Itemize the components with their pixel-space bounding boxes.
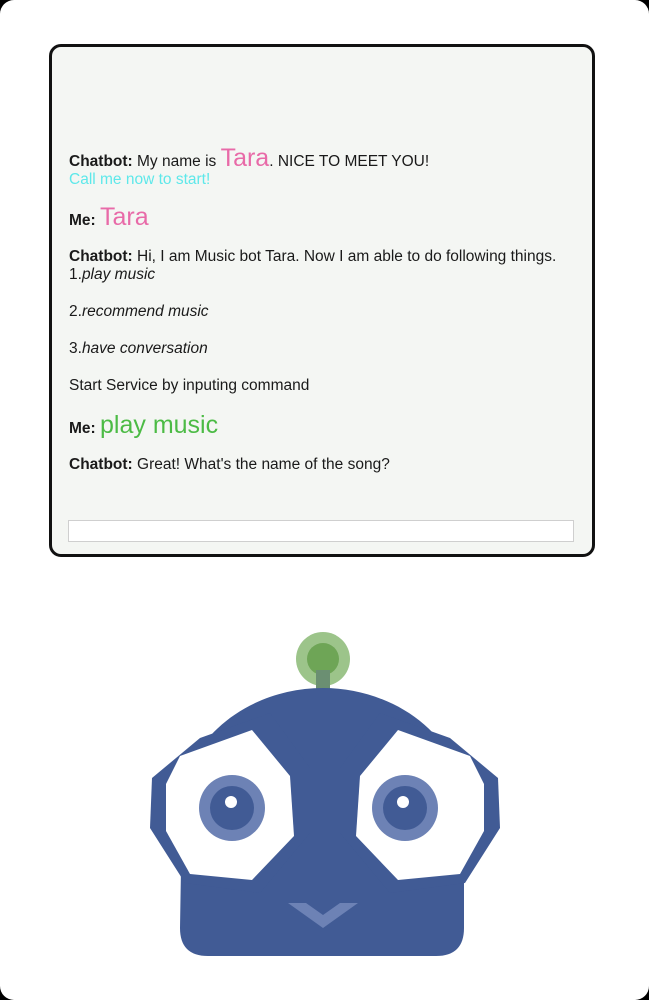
option-item: 3.have conversation xyxy=(69,340,569,358)
message-text: Start Service by inputing command xyxy=(69,377,310,394)
user-message-text: play music xyxy=(100,411,219,439)
message-text: My name is xyxy=(137,153,217,170)
left-eye-highlight xyxy=(225,796,237,808)
option-number: 2. xyxy=(69,303,82,320)
chat-message-bot: Chatbot: My name is Tara. NICE TO MEET Y… xyxy=(69,146,569,189)
call-to-action-text: Call me now to start! xyxy=(69,171,211,188)
option-number: 1. xyxy=(69,266,82,283)
left-eye-pupil xyxy=(210,786,254,830)
option-item: 1.play music xyxy=(69,266,569,284)
chat-message-bot: Chatbot: Great! What's the name of the s… xyxy=(69,456,569,474)
robot-mascot-icon xyxy=(150,632,500,956)
chat-input-field[interactable] xyxy=(68,520,574,542)
bot-name: Tara xyxy=(220,144,270,172)
option-item: 2.recommend music xyxy=(69,303,569,321)
speaker-label: Me: xyxy=(69,420,96,437)
option-label: have conversation xyxy=(81,340,208,357)
user-message-text: Tara xyxy=(100,203,149,231)
option-number: 3. xyxy=(69,340,82,357)
message-text: Great! What's the name of the song? xyxy=(137,456,390,473)
option-label: play music xyxy=(81,266,156,283)
message-text: . NICE TO MEET YOU! xyxy=(269,153,430,170)
speaker-label: Chatbot: xyxy=(69,248,133,265)
chat-log: Chatbot: My name is Tara. NICE TO MEET Y… xyxy=(69,146,569,474)
message-text: Hi, I am Music bot Tara. Now I am able t… xyxy=(137,248,557,265)
speaker-label: Chatbot: xyxy=(69,153,133,170)
page: Chatbot: My name is Tara. NICE TO MEET Y… xyxy=(0,0,649,1000)
right-eye-highlight xyxy=(397,796,409,808)
chat-message-user: Me: Tara xyxy=(69,205,569,230)
chat-message-bot: Chatbot: Hi, I am Music bot Tara. Now I … xyxy=(69,248,569,395)
chat-window: Chatbot: My name is Tara. NICE TO MEET Y… xyxy=(49,44,595,557)
option-label: recommend music xyxy=(81,303,209,320)
speaker-label: Me: xyxy=(69,212,96,229)
right-eye-pupil xyxy=(383,786,427,830)
speaker-label: Chatbot: xyxy=(69,456,133,473)
chat-message-user: Me: play music xyxy=(69,413,569,438)
